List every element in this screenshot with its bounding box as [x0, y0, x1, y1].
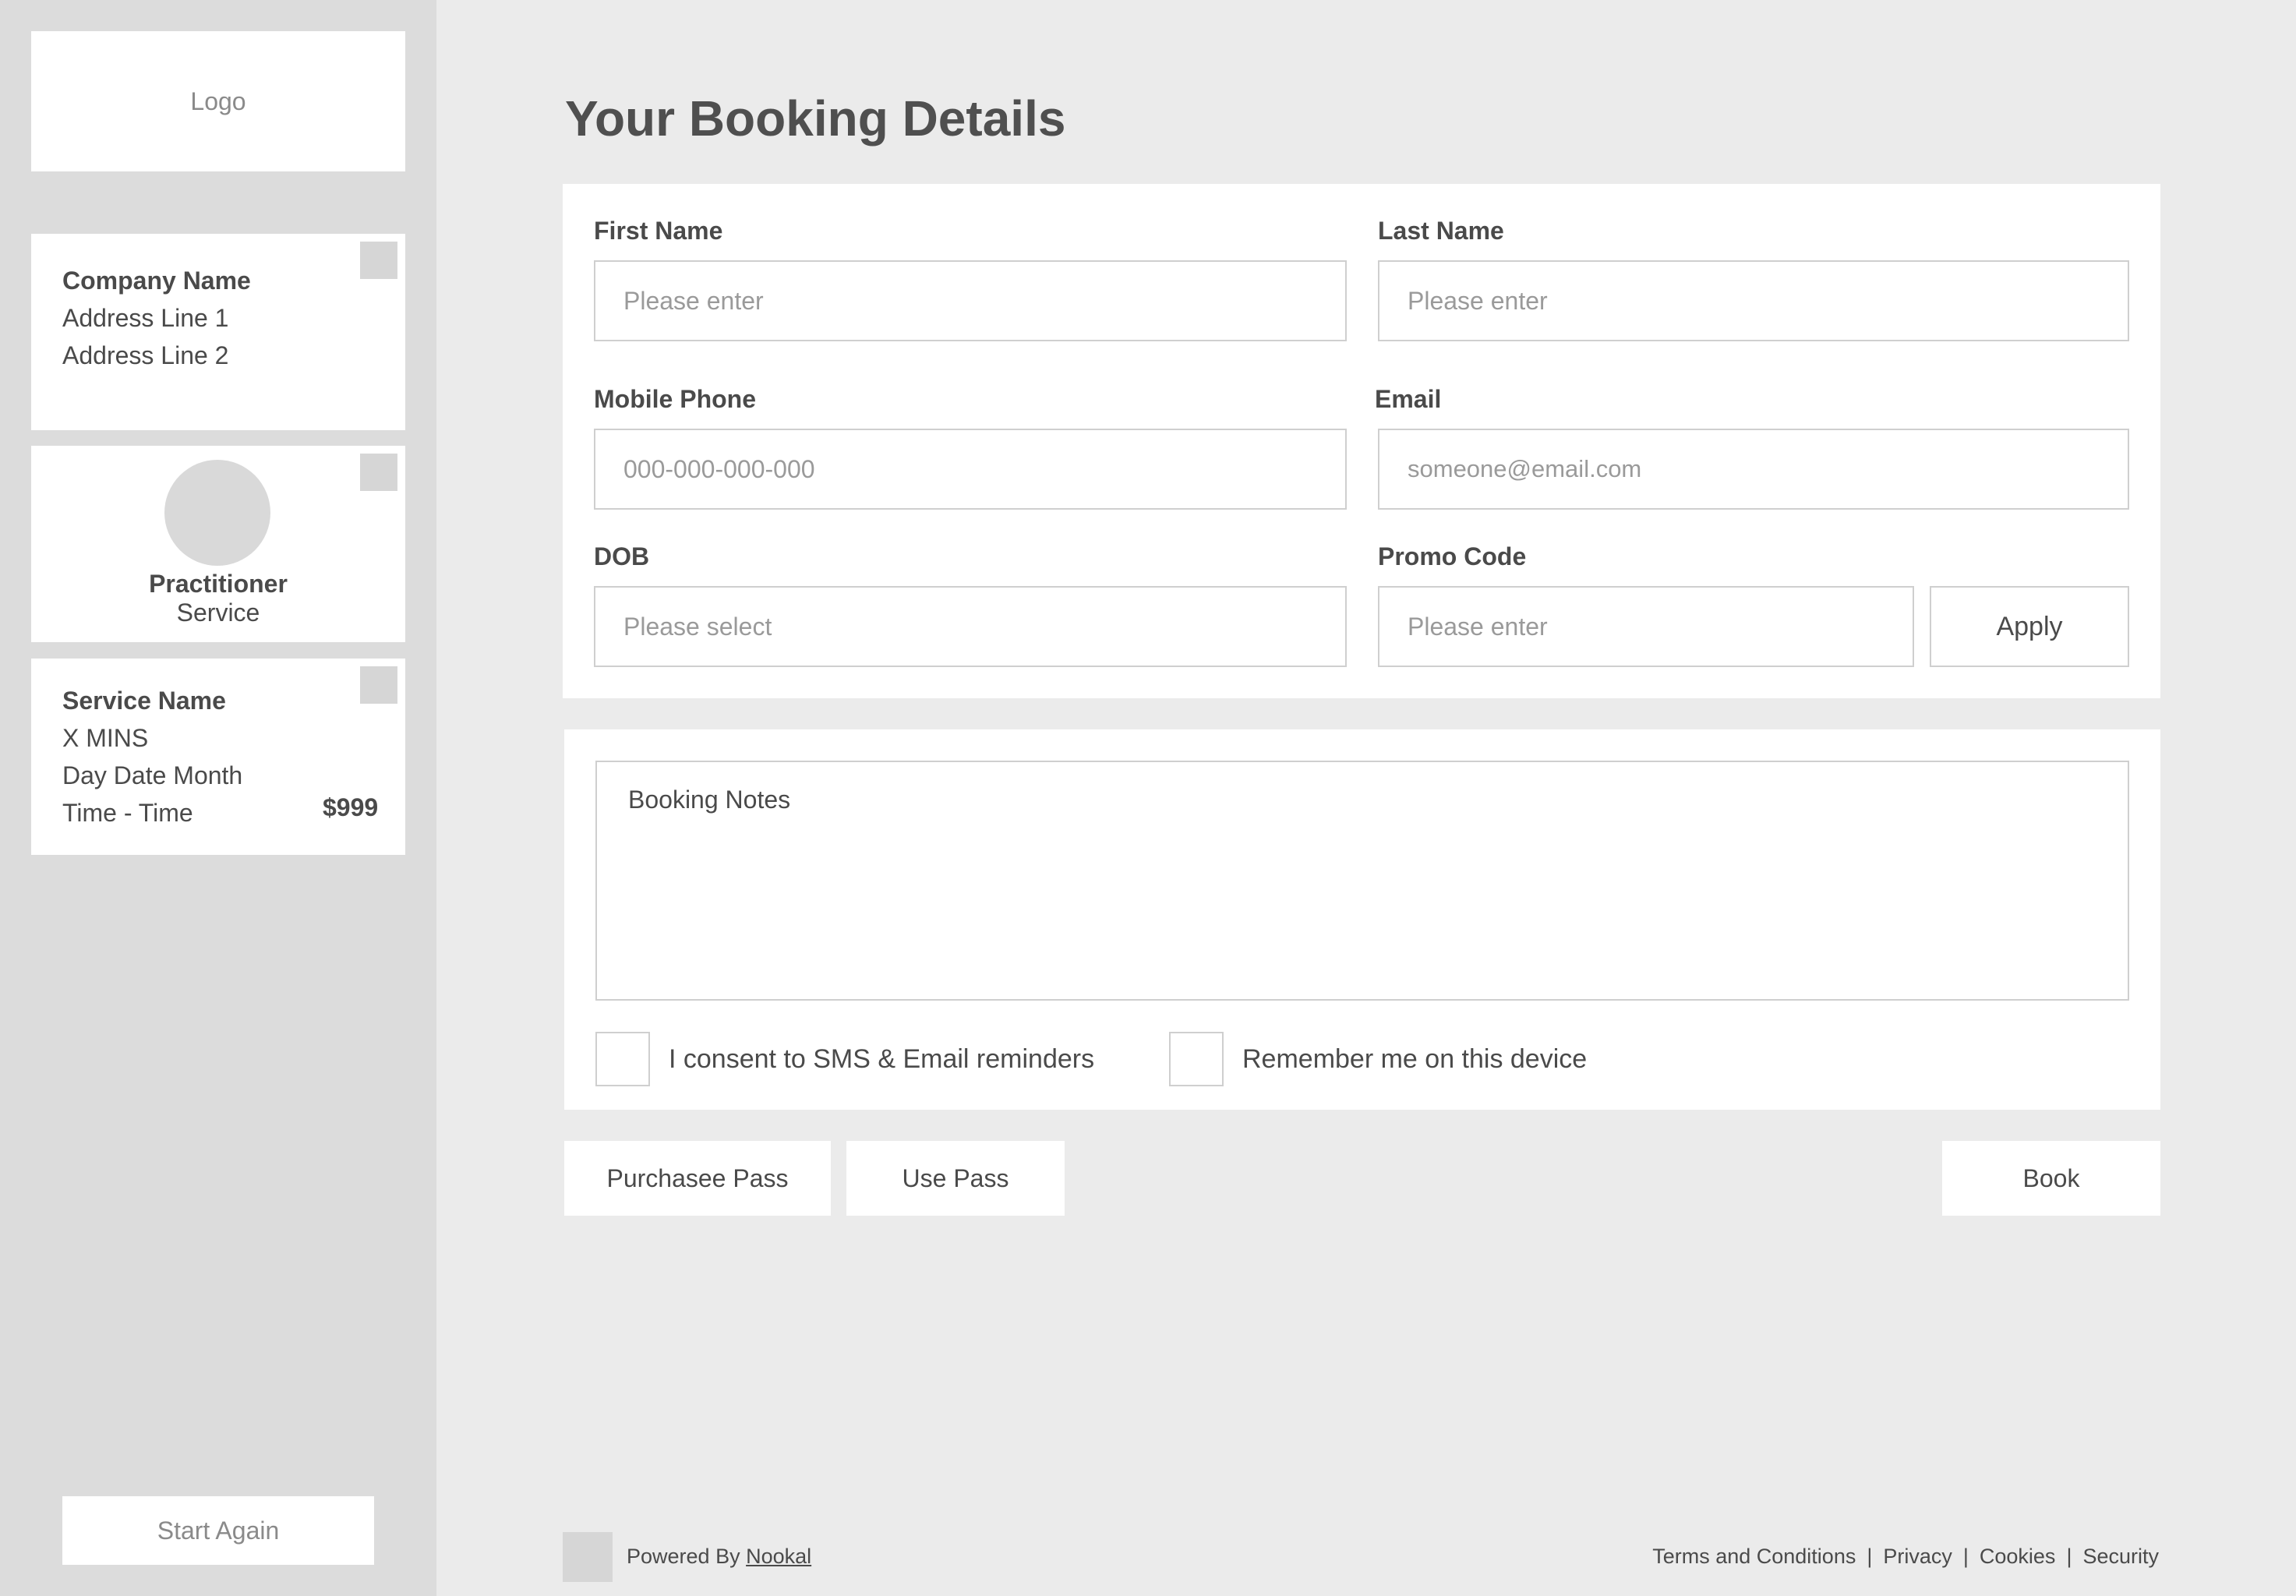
- apply-button[interactable]: Apply: [1930, 586, 2129, 667]
- nookal-link[interactable]: Nookal: [746, 1545, 811, 1568]
- dob-label: DOB: [594, 542, 650, 570]
- logo-card: Logo: [31, 31, 405, 171]
- booking-notes-textarea[interactable]: [595, 761, 2129, 1001]
- service-card-icon: [360, 666, 397, 704]
- footer-separator: |: [2066, 1545, 2072, 1568]
- practitioner-card[interactable]: Practitioner Service: [31, 446, 405, 642]
- logo: Logo: [190, 87, 246, 115]
- dob-select[interactable]: [594, 586, 1347, 667]
- mobile-phone-input[interactable]: [594, 429, 1347, 510]
- security-link[interactable]: Security: [2082, 1545, 2159, 1569]
- first-name-label: First Name: [594, 217, 723, 245]
- last-name-input[interactable]: [1378, 260, 2129, 341]
- page-title: Your Booking Details: [565, 90, 1066, 147]
- remember-me-checkbox[interactable]: [1169, 1032, 1224, 1086]
- consent-label: I consent to SMS & Email reminders: [669, 1044, 1095, 1074]
- address-line-1: Address Line 1: [62, 304, 229, 332]
- footer-separator: |: [1867, 1545, 1873, 1568]
- promo-code-input[interactable]: [1378, 586, 1914, 667]
- start-again-button[interactable]: Start Again: [62, 1496, 374, 1565]
- footer-separator: |: [1962, 1545, 1969, 1568]
- mobile-phone-label: Mobile Phone: [594, 385, 756, 413]
- practitioner-card-icon: [360, 454, 397, 491]
- powered-by: Powered By Nookal: [627, 1545, 811, 1569]
- practitioner-service: Service: [176, 598, 260, 627]
- service-price: $999: [323, 793, 379, 821]
- company-card: Company Name Address Line 1 Address Line…: [31, 234, 405, 430]
- address-line-2: Address Line 2: [62, 341, 229, 369]
- company-card-icon: [360, 242, 397, 279]
- avatar: [164, 460, 270, 566]
- terms-link[interactable]: Terms and Conditions: [1652, 1545, 1856, 1569]
- sidebar: Logo Company Name Address Line 1 Address…: [0, 0, 436, 1596]
- powered-by-prefix: Powered By: [627, 1545, 740, 1568]
- purchase-pass-button[interactable]: Purchasee Pass: [564, 1141, 831, 1216]
- email-label: Email: [1375, 385, 1442, 413]
- cookies-link[interactable]: Cookies: [1980, 1545, 2056, 1569]
- privacy-link[interactable]: Privacy: [1883, 1545, 1952, 1569]
- company-name: Company Name: [62, 267, 251, 295]
- footer-links: Terms and Conditions | Privacy | Cookies…: [1652, 1545, 2159, 1569]
- service-name: Service Name: [62, 687, 226, 715]
- service-duration: X MINS: [62, 724, 149, 752]
- first-name-input[interactable]: [594, 260, 1347, 341]
- service-date: Day Date Month: [62, 761, 243, 789]
- practitioner-name: Practitioner: [149, 570, 288, 598]
- use-pass-button[interactable]: Use Pass: [846, 1141, 1065, 1216]
- service-card[interactable]: Service Name X MINS Day Date Month Time …: [31, 659, 405, 855]
- email-input[interactable]: [1378, 429, 2129, 510]
- remember-me-label: Remember me on this device: [1242, 1044, 1588, 1074]
- nookal-logo-icon: [563, 1532, 613, 1582]
- promo-code-label: Promo Code: [1378, 542, 1527, 570]
- last-name-label: Last Name: [1378, 217, 1504, 245]
- consent-checkbox[interactable]: [595, 1032, 650, 1086]
- book-button[interactable]: Book: [1942, 1141, 2160, 1216]
